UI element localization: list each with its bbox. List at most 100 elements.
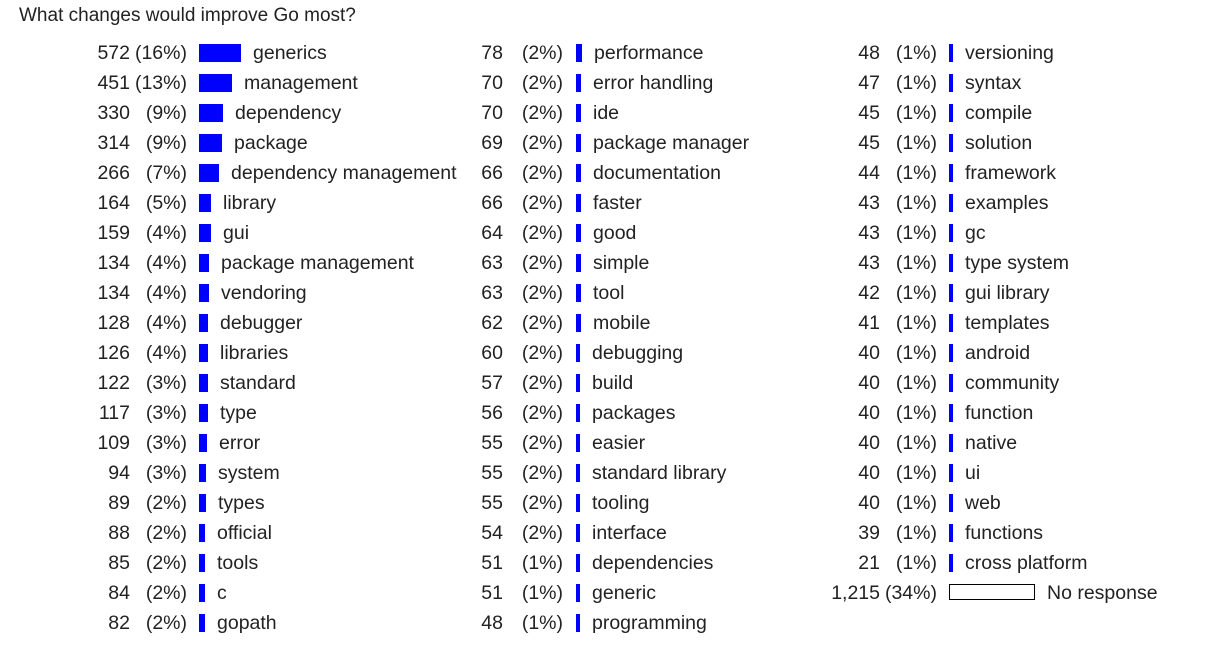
bar-row: 39 (1%) functions xyxy=(0,518,1210,548)
bar-row: 41 (1%) templates xyxy=(0,308,1210,338)
bar-percent: (1%) xyxy=(895,42,937,64)
bar xyxy=(949,224,953,242)
bar-count: 42 xyxy=(858,282,880,304)
bar-label: solution xyxy=(965,132,1033,154)
bar-label: community xyxy=(965,372,1060,394)
bar-row: 40 (1%) native xyxy=(0,428,1210,458)
bar-percent: (1%) xyxy=(895,192,937,214)
bar-label: function xyxy=(965,402,1034,424)
bar xyxy=(949,284,953,302)
bar-label: No response xyxy=(1047,582,1158,604)
bar-row: 48 (1%) versioning xyxy=(0,38,1210,68)
bar-percent: (1%) xyxy=(895,522,937,544)
bar xyxy=(949,254,953,272)
bar-count: 47 xyxy=(858,72,880,94)
bar xyxy=(949,524,953,542)
bar-label: compile xyxy=(965,102,1033,124)
bar-row: 40 (1%) ui xyxy=(0,458,1210,488)
bar-percent: (1%) xyxy=(895,402,937,424)
bar-row: 43 (1%) examples xyxy=(0,188,1210,218)
bar-label: cross platform xyxy=(965,552,1088,574)
bar-label: functions xyxy=(965,522,1044,544)
bar-row: 47 (1%) syntax xyxy=(0,68,1210,98)
bar-count: 1,215 xyxy=(831,582,880,604)
bar xyxy=(949,494,953,512)
bar-percent: (1%) xyxy=(895,252,937,274)
bar-row: 40 (1%) function xyxy=(0,398,1210,428)
bar-percent: (1%) xyxy=(895,132,937,154)
bar-count: 40 xyxy=(858,372,880,394)
bar-row: 40 (1%) community xyxy=(0,368,1210,398)
bar xyxy=(949,404,953,422)
bar-percent: (1%) xyxy=(895,462,937,484)
bar-count: 39 xyxy=(858,522,880,544)
bar-count: 40 xyxy=(858,492,880,514)
bar xyxy=(949,134,953,152)
bar-percent: (1%) xyxy=(895,72,937,94)
no-response-bar xyxy=(949,584,1035,600)
bar-label: type system xyxy=(965,252,1070,274)
bar xyxy=(949,104,953,122)
bar-count: 48 xyxy=(481,612,503,634)
bar-row: 1,215 (34%) No response xyxy=(0,578,1210,608)
bar-count: 40 xyxy=(858,432,880,454)
bar-count: 45 xyxy=(858,132,880,154)
bar-label: web xyxy=(965,492,1001,514)
bar-count: 45 xyxy=(858,102,880,124)
bar-label: syntax xyxy=(965,72,1022,94)
bar-count: 48 xyxy=(858,42,880,64)
bar-label: programming xyxy=(592,612,707,634)
bar-label: gc xyxy=(965,222,986,244)
bar-label: gui library xyxy=(965,282,1050,304)
bar-percent: (34%) xyxy=(884,582,937,604)
bar-percent: (1%) xyxy=(895,282,937,304)
chart-title: What changes would improve Go most? xyxy=(19,5,356,26)
bar xyxy=(949,344,953,362)
bar xyxy=(949,74,953,92)
bar-label: versioning xyxy=(965,42,1054,64)
bar-count: 44 xyxy=(858,162,880,184)
bar-count: 40 xyxy=(858,342,880,364)
bar-percent: (1%) xyxy=(895,162,937,184)
bar-label: templates xyxy=(965,312,1050,334)
bar-row: 43 (1%) gc xyxy=(0,218,1210,248)
bar xyxy=(949,194,953,212)
bar-percent: (1%) xyxy=(895,312,937,334)
bar-row: 21 (1%) cross platform xyxy=(0,548,1210,578)
bar xyxy=(949,374,953,392)
bar-percent: (1%) xyxy=(895,102,937,124)
bar-percent: (1%) xyxy=(521,612,563,634)
bar-label: framework xyxy=(965,162,1057,184)
bar xyxy=(949,164,953,182)
bar-row: 40 (1%) web xyxy=(0,488,1210,518)
bar-percent: (1%) xyxy=(895,222,937,244)
bar-row: 48 (1%) programming xyxy=(0,608,1210,638)
bar-count: 40 xyxy=(858,462,880,484)
bar-count: 41 xyxy=(858,312,880,334)
bar-count: 43 xyxy=(858,222,880,244)
bar-row: 43 (1%) type system xyxy=(0,248,1210,278)
bar-row: 40 (1%) android xyxy=(0,338,1210,368)
bar xyxy=(949,434,953,452)
bar-percent: (1%) xyxy=(895,552,937,574)
bar xyxy=(949,44,953,62)
bar-label: native xyxy=(965,432,1018,454)
bar xyxy=(949,554,953,572)
bar-row: 42 (1%) gui library xyxy=(0,278,1210,308)
bar-count: 43 xyxy=(858,252,880,274)
bar-label: android xyxy=(965,342,1031,364)
bar-row: 45 (1%) compile xyxy=(0,98,1210,128)
bar-column-3: 48 (1%) versioning 47 (1%) syntax 45 (1%) compil… xyxy=(0,38,1210,608)
bar-percent: (1%) xyxy=(895,372,937,394)
bar xyxy=(949,314,953,332)
bar-label: ui xyxy=(965,462,981,484)
bar-count: 43 xyxy=(858,192,880,214)
bar-row: 44 (1%) framework xyxy=(0,158,1210,188)
bar-percent: (1%) xyxy=(895,342,937,364)
bar xyxy=(576,614,580,632)
bar-count: 21 xyxy=(858,552,880,574)
bar-percent: (1%) xyxy=(895,432,937,454)
bar-label: examples xyxy=(965,192,1049,214)
bar-count: 40 xyxy=(858,402,880,424)
bar-row: 45 (1%) solution xyxy=(0,128,1210,158)
